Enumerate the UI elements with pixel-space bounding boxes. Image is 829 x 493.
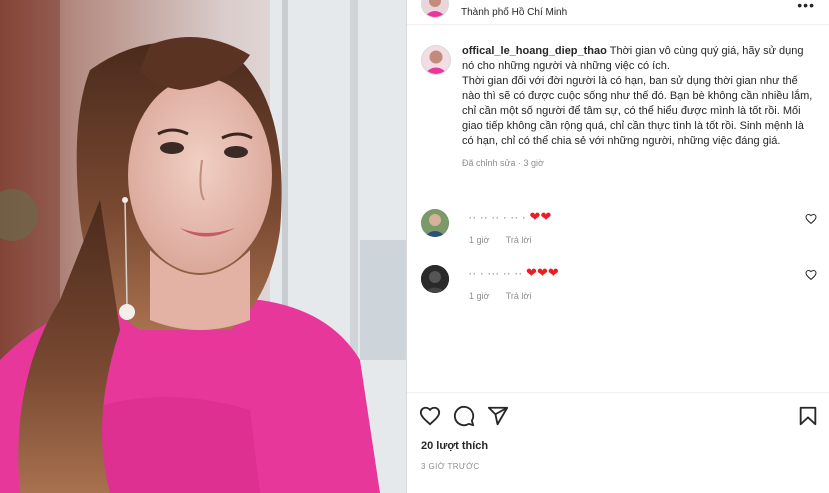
post-time-ago: 3 GIỜ TRƯỚC — [421, 462, 480, 471]
post-photo-graphic — [0, 0, 406, 493]
comment-item: ·· · ··· ·· ·· ❤❤❤ 1 giờ Trả lời — [421, 265, 817, 301]
post-photo[interactable] — [0, 0, 406, 493]
comment-line: ·· ·· ·· · ·· · ❤❤ — [469, 209, 817, 226]
comment-like-heart-icon[interactable] — [805, 213, 817, 225]
comment-reply-button[interactable]: Trả lời — [506, 235, 532, 245]
comment-line: ·· · ··· ·· ·· ❤❤❤ — [469, 265, 817, 282]
comment-username[interactable]: ·· ·· ·· · ·· · — [469, 213, 526, 223]
comment-text: ❤❤ — [529, 209, 552, 224]
caption-username[interactable]: offical_le_hoang_diep_thao — [462, 45, 607, 57]
like-count[interactable]: 20 lượt thích — [421, 440, 488, 452]
comment-reply-button[interactable]: Trả lời — [506, 291, 532, 301]
comment-like-heart-icon[interactable] — [805, 269, 817, 281]
comment-time: 1 giờ — [469, 291, 490, 301]
comment-text: ❤❤❤ — [526, 265, 559, 280]
avatar-image — [421, 209, 449, 237]
post-caption: offical_le_hoang_diep_thao Thời gian vô … — [421, 44, 817, 171]
post-details-panel: Thành phố Hồ Chí Minh ••• offical_le_hoa… — [406, 0, 829, 493]
avatar-image — [424, 0, 446, 17]
post-header: Thành phố Hồ Chí Minh ••• — [407, 0, 829, 25]
post-actions-bar — [407, 392, 829, 437]
instagram-post-view: Thành phố Hồ Chí Minh ••• offical_le_hoa… — [0, 0, 829, 493]
caption-body: offical_le_hoang_diep_thao Thời gian vô … — [462, 44, 817, 171]
comment-time: 1 giờ — [469, 235, 490, 245]
bookmark-icon[interactable] — [797, 405, 819, 427]
comment-username[interactable]: ·· · ··· ·· ·· — [469, 269, 523, 279]
more-horizontal-icon[interactable]: ••• — [797, 0, 815, 13]
comment-item: ·· ·· ·· · ·· · ❤❤ 1 giờ Trả lời — [421, 209, 817, 245]
send-icon[interactable] — [487, 405, 509, 427]
heart-icon[interactable] — [419, 405, 441, 427]
caption-author-avatar[interactable] — [421, 45, 451, 75]
avatar-image — [424, 50, 448, 74]
caption-meta: Đã chỉnh sửa · 3 giờ — [462, 158, 544, 168]
avatar-image — [421, 265, 449, 293]
author-avatar[interactable] — [421, 0, 449, 18]
comment-meta: 1 giờ Trả lời — [469, 235, 817, 245]
comment-meta: 1 giờ Trả lời — [469, 291, 817, 301]
post-location[interactable]: Thành phố Hồ Chí Minh — [461, 7, 567, 18]
commenter-avatar[interactable] — [421, 265, 449, 293]
caption-text: Thời gian vô cùng quý giá, hãy sử dụng n… — [462, 45, 813, 147]
commenter-avatar[interactable] — [421, 209, 449, 237]
comment-icon[interactable] — [453, 405, 475, 427]
